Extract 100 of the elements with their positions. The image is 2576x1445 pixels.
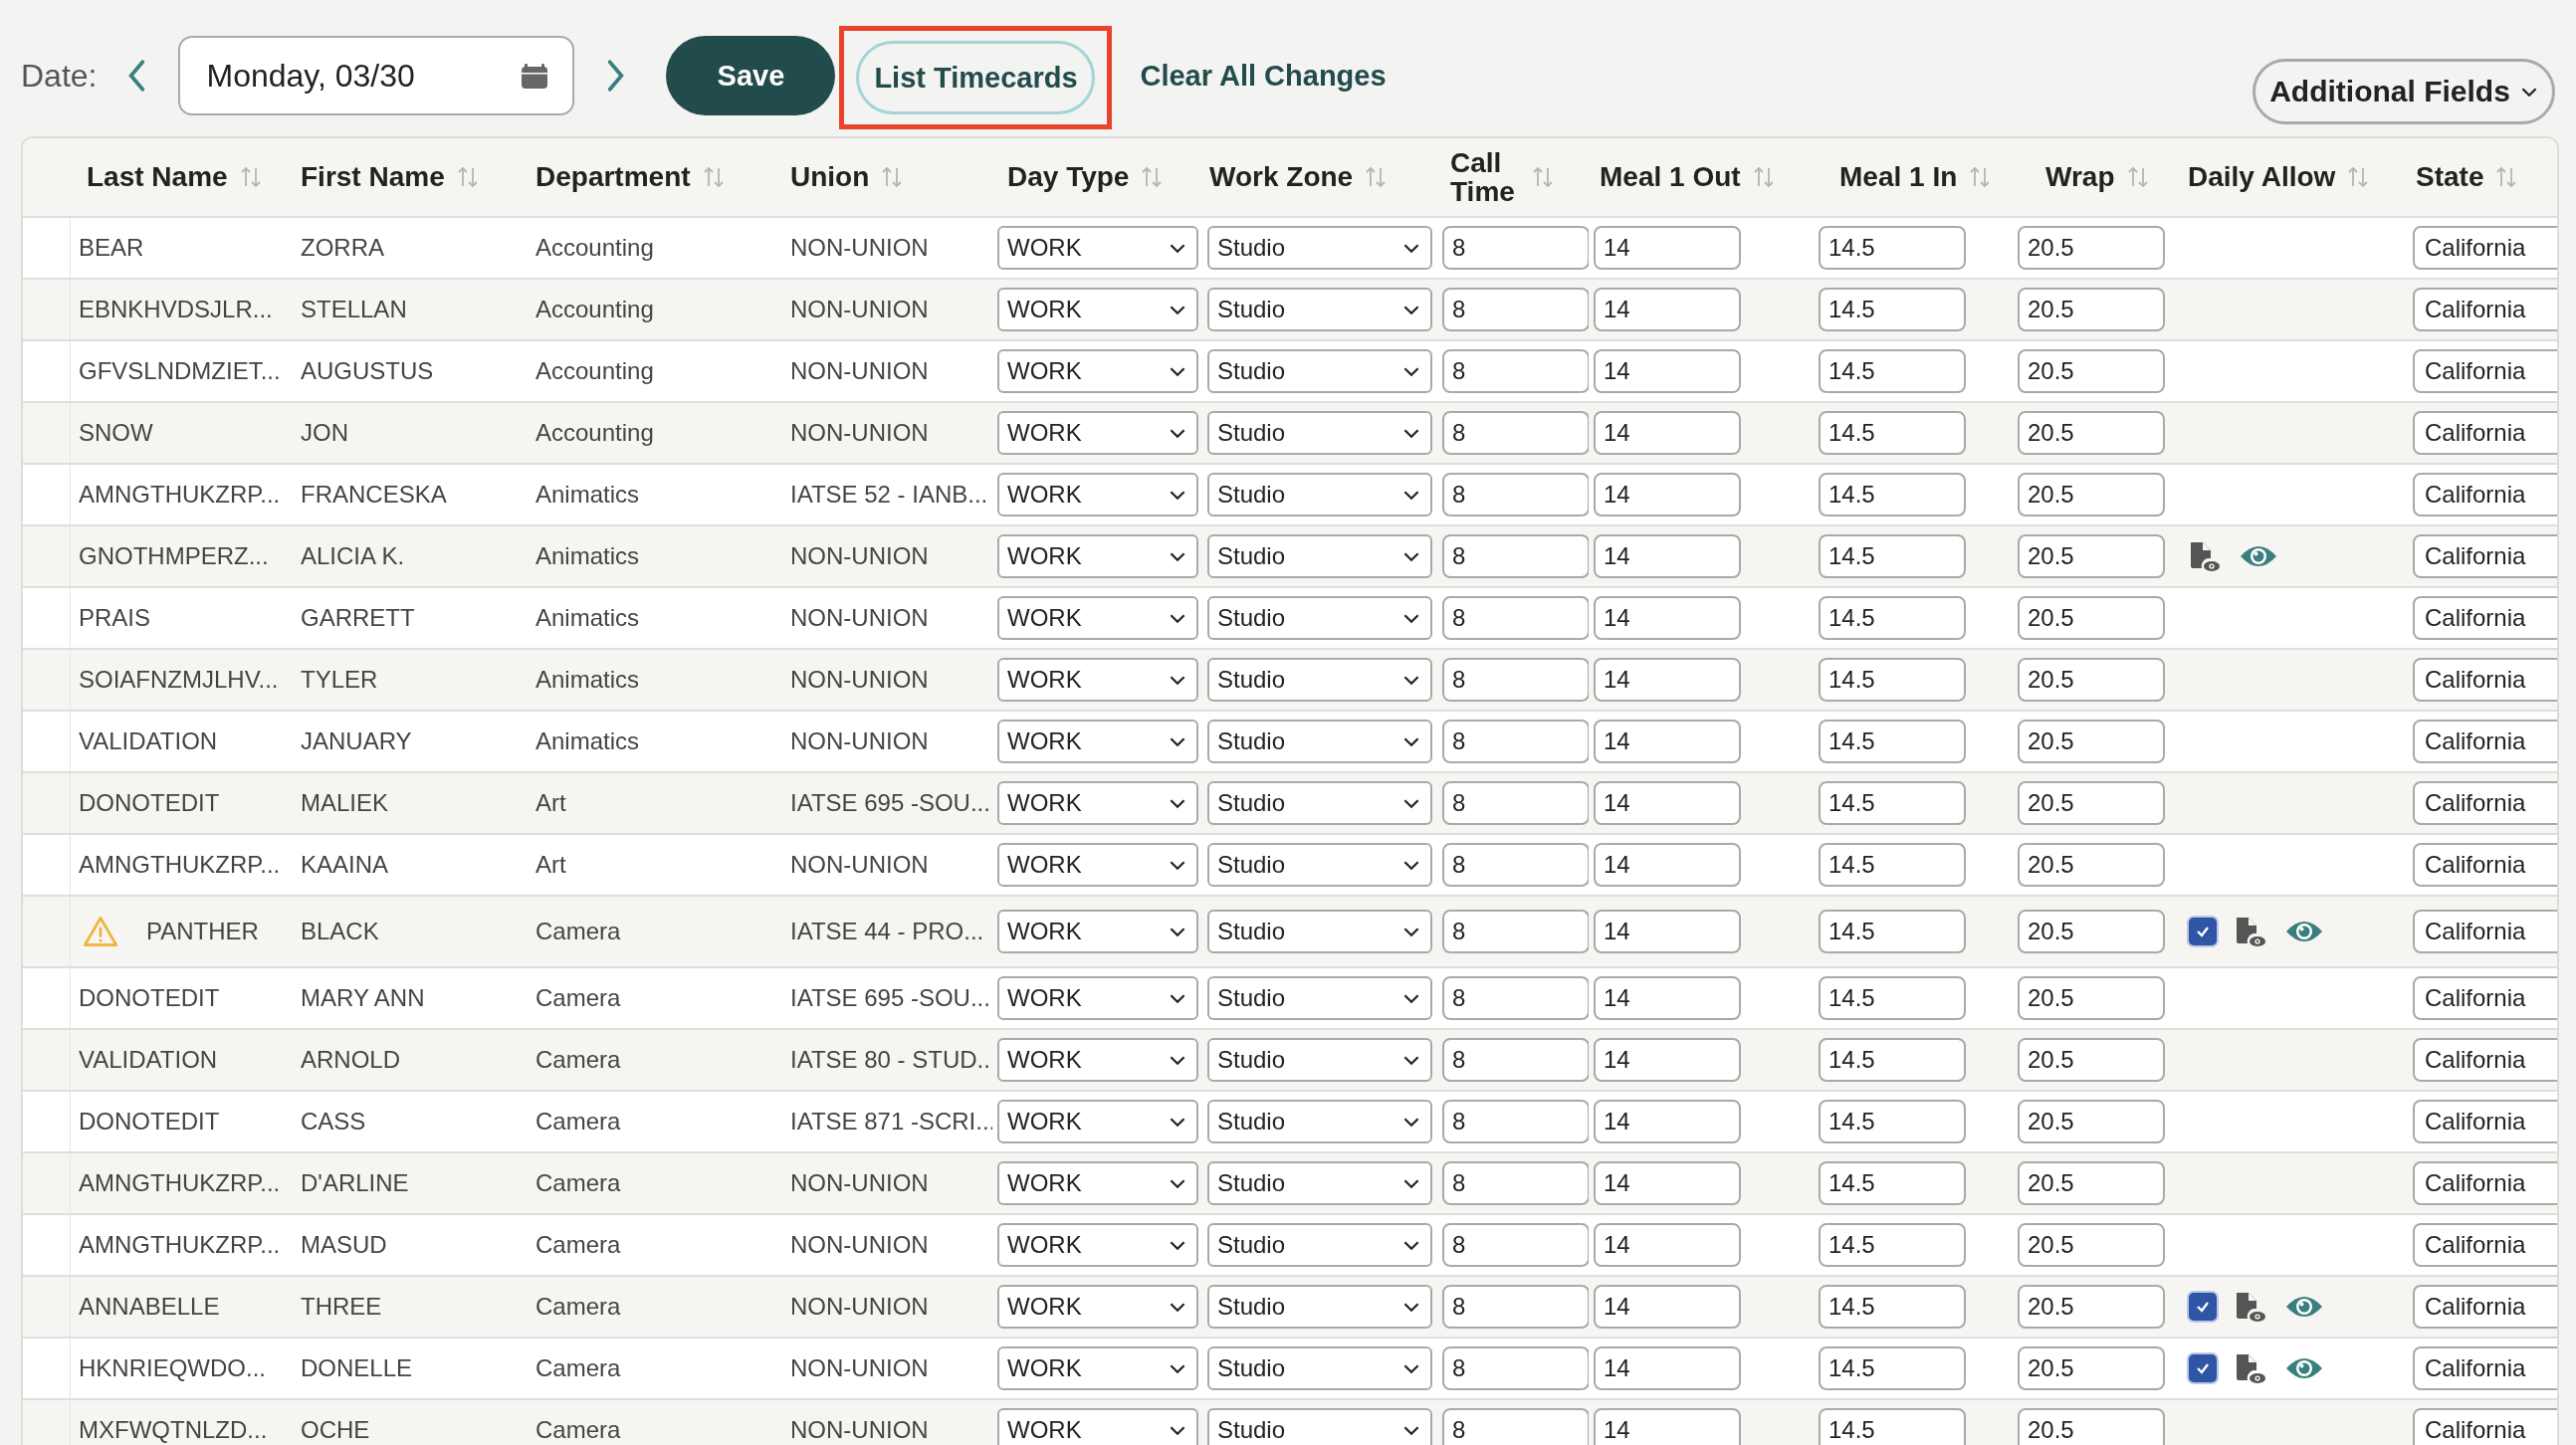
call-time-field[interactable]: 8 xyxy=(1442,910,1589,953)
call-time-field[interactable]: 8 xyxy=(1442,1408,1589,1445)
state-field[interactable]: California xyxy=(2413,596,2557,640)
work-zone-select[interactable]: Studio xyxy=(1207,226,1432,270)
call-time-field[interactable]: 8 xyxy=(1442,658,1589,702)
day-type-select[interactable]: WORK xyxy=(997,596,1198,640)
state-field[interactable]: California xyxy=(2413,843,2557,887)
call-time-field[interactable]: 8 xyxy=(1442,596,1589,640)
wrap-field[interactable]: 20.5 xyxy=(2018,1100,2165,1143)
wrap-field[interactable]: 20.5 xyxy=(2018,596,2165,640)
day-type-select[interactable]: WORK xyxy=(997,226,1198,270)
column-header[interactable]: Day Type xyxy=(1007,162,1130,192)
list-timecards-button[interactable]: List Timecards xyxy=(856,41,1096,114)
checkbox[interactable] xyxy=(2189,918,2217,945)
day-type-select[interactable]: WORK xyxy=(997,1408,1198,1445)
meal-in-field[interactable]: 14.5 xyxy=(1819,534,1966,578)
state-field[interactable]: California xyxy=(2413,910,2557,953)
wrap-field[interactable]: 20.5 xyxy=(2018,1223,2165,1267)
checkbox[interactable] xyxy=(2189,1293,2217,1321)
meal-in-field[interactable]: 14.5 xyxy=(1819,910,1966,953)
calendar-icon[interactable] xyxy=(521,62,549,90)
meal-in-field[interactable]: 14.5 xyxy=(1819,720,1966,763)
state-field[interactable]: California xyxy=(2413,1161,2557,1205)
meal-in-field[interactable]: 14.5 xyxy=(1819,1346,1966,1390)
state-field[interactable]: California xyxy=(2413,1100,2557,1143)
meal-out-field[interactable]: 14 xyxy=(1594,1285,1741,1329)
meal-out-field[interactable]: 14 xyxy=(1594,1223,1741,1267)
column-header[interactable]: Wrap xyxy=(2045,162,2115,192)
call-time-field[interactable]: 8 xyxy=(1442,288,1589,331)
column-header[interactable]: Meal 1 Out xyxy=(1600,162,1741,192)
call-time-field[interactable]: 8 xyxy=(1442,843,1589,887)
call-time-field[interactable]: 8 xyxy=(1442,1100,1589,1143)
column-header[interactable]: State xyxy=(2416,162,2484,192)
work-zone-select[interactable]: Studio xyxy=(1207,1161,1432,1205)
meal-out-field[interactable]: 14 xyxy=(1594,226,1741,270)
call-time-field[interactable]: 8 xyxy=(1442,1223,1589,1267)
wrap-field[interactable]: 20.5 xyxy=(2018,349,2165,393)
work-zone-select[interactable]: Studio xyxy=(1207,473,1432,516)
day-type-select[interactable]: WORK xyxy=(997,473,1198,516)
day-type-select[interactable]: WORK xyxy=(997,1285,1198,1329)
call-time-field[interactable]: 8 xyxy=(1442,1285,1589,1329)
meal-in-field[interactable]: 14.5 xyxy=(1819,781,1966,825)
day-type-select[interactable]: WORK xyxy=(997,910,1198,953)
call-time-field[interactable]: 8 xyxy=(1442,226,1589,270)
meal-out-field[interactable]: 14 xyxy=(1594,658,1741,702)
day-type-select[interactable]: WORK xyxy=(997,1346,1198,1390)
meal-out-field[interactable]: 14 xyxy=(1594,534,1741,578)
state-field[interactable]: California xyxy=(2413,534,2557,578)
work-zone-select[interactable]: Studio xyxy=(1207,1100,1432,1143)
state-field[interactable]: California xyxy=(2413,1223,2557,1267)
meal-out-field[interactable]: 14 xyxy=(1594,473,1741,516)
document-preview-icon[interactable] xyxy=(2235,916,2266,947)
day-type-select[interactable]: WORK xyxy=(997,720,1198,763)
meal-in-field[interactable]: 14.5 xyxy=(1819,1408,1966,1445)
meal-out-field[interactable]: 14 xyxy=(1594,1408,1741,1445)
call-time-field[interactable]: 8 xyxy=(1442,976,1589,1020)
day-type-select[interactable]: WORK xyxy=(997,349,1198,393)
meal-in-field[interactable]: 14.5 xyxy=(1819,226,1966,270)
day-type-select[interactable]: WORK xyxy=(997,843,1198,887)
column-header[interactable]: Department xyxy=(536,162,691,192)
additional-fields-button[interactable]: Additional Fields xyxy=(2253,59,2555,124)
day-type-select[interactable]: WORK xyxy=(997,1038,1198,1082)
work-zone-select[interactable]: Studio xyxy=(1207,910,1432,953)
column-header[interactable]: Call Time xyxy=(1450,147,1520,207)
meal-out-field[interactable]: 14 xyxy=(1594,596,1741,640)
wrap-field[interactable]: 20.5 xyxy=(2018,910,2165,953)
work-zone-select[interactable]: Studio xyxy=(1207,288,1432,331)
wrap-field[interactable]: 20.5 xyxy=(2018,1038,2165,1082)
day-type-select[interactable]: WORK xyxy=(997,1100,1198,1143)
work-zone-select[interactable]: Studio xyxy=(1207,781,1432,825)
work-zone-select[interactable]: Studio xyxy=(1207,658,1432,702)
wrap-field[interactable]: 20.5 xyxy=(2018,226,2165,270)
column-header[interactable]: Union xyxy=(790,162,870,192)
work-zone-select[interactable]: Studio xyxy=(1207,1346,1432,1390)
call-time-field[interactable]: 8 xyxy=(1442,1346,1589,1390)
call-time-field[interactable]: 8 xyxy=(1442,534,1589,578)
meal-out-field[interactable]: 14 xyxy=(1594,910,1741,953)
meal-out-field[interactable]: 14 xyxy=(1594,288,1741,331)
work-zone-select[interactable]: Studio xyxy=(1207,1223,1432,1267)
meal-in-field[interactable]: 14.5 xyxy=(1819,1285,1966,1329)
wrap-field[interactable]: 20.5 xyxy=(2018,843,2165,887)
meal-in-field[interactable]: 14.5 xyxy=(1819,1038,1966,1082)
call-time-field[interactable]: 8 xyxy=(1442,473,1589,516)
work-zone-select[interactable]: Studio xyxy=(1207,1038,1432,1082)
meal-in-field[interactable]: 14.5 xyxy=(1819,843,1966,887)
state-field[interactable]: California xyxy=(2413,1346,2557,1390)
work-zone-select[interactable]: Studio xyxy=(1207,411,1432,455)
save-button[interactable]: Save xyxy=(666,36,836,115)
day-type-select[interactable]: WORK xyxy=(997,411,1198,455)
meal-in-field[interactable]: 14.5 xyxy=(1819,596,1966,640)
meal-out-field[interactable]: 14 xyxy=(1594,720,1741,763)
wrap-field[interactable]: 20.5 xyxy=(2018,1161,2165,1205)
state-field[interactable]: California xyxy=(2413,349,2557,393)
call-time-field[interactable]: 8 xyxy=(1442,781,1589,825)
state-field[interactable]: California xyxy=(2413,411,2557,455)
wrap-field[interactable]: 20.5 xyxy=(2018,1285,2165,1329)
meal-out-field[interactable]: 14 xyxy=(1594,411,1741,455)
meal-in-field[interactable]: 14.5 xyxy=(1819,473,1966,516)
call-time-field[interactable]: 8 xyxy=(1442,349,1589,393)
work-zone-select[interactable]: Studio xyxy=(1207,596,1432,640)
